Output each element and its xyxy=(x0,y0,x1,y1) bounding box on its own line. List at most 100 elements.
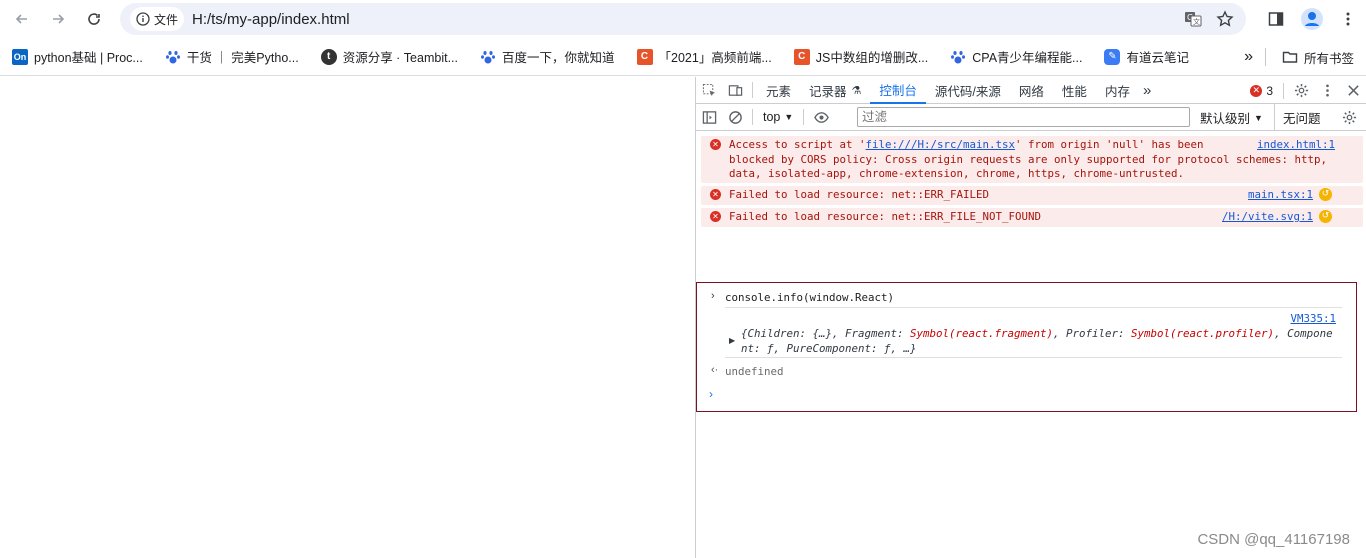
all-bookmarks-button[interactable]: 所有书签 xyxy=(1278,43,1354,71)
flask-icon: ⚗ xyxy=(851,84,862,97)
tab-sources[interactable]: 源代码/来源 xyxy=(926,77,1010,104)
tab-recorder[interactable]: 记录器 ⚗ xyxy=(800,77,870,104)
divider xyxy=(752,82,753,98)
linkedin-on-icon: On xyxy=(12,48,28,65)
url-text[interactable]: H:/ts/my-app/index.html xyxy=(192,11,350,28)
input-echo-caret-icon: › xyxy=(711,290,715,302)
arrow-right-icon xyxy=(53,14,65,24)
reload-button[interactable] xyxy=(79,4,109,34)
object-text: , Profiler: xyxy=(1053,327,1132,340)
console-settings-button[interactable] xyxy=(1336,104,1362,131)
device-mode-icon xyxy=(728,84,742,96)
error-text: Access to script at ' xyxy=(729,138,866,151)
error-text: blocked by CORS policy: Cross origin req… xyxy=(729,152,1328,166)
divider xyxy=(1264,48,1266,66)
network-request-icon[interactable]: ↺ xyxy=(1319,210,1332,223)
divider xyxy=(1283,82,1284,99)
bookmark-label: 资源分享 · Teambit... xyxy=(342,51,458,65)
info-icon xyxy=(136,12,150,26)
show-sidebar-button[interactable] xyxy=(696,104,722,131)
kebab-menu-icon[interactable] xyxy=(1340,11,1356,27)
inspect-cursor-icon xyxy=(702,83,715,96)
console-prompt-input[interactable]: › xyxy=(709,387,713,401)
tab-network[interactable]: 网络 xyxy=(1010,77,1053,104)
network-request-icon[interactable]: ↺ xyxy=(1319,188,1332,201)
symbol-value: Symbol(react.profiler) xyxy=(1131,327,1275,340)
error-count-badge[interactable]: ✕ 3 xyxy=(1244,84,1279,98)
translate-icon[interactable]: G文 xyxy=(1184,10,1202,28)
bookmark-item[interactable]: On python基础 | Proc... xyxy=(0,43,153,71)
bookmark-item[interactable]: 百度一下，你就知道 xyxy=(468,43,625,71)
bookmarks-bar: On python基础 | Proc... 干货 ｜ 完美Pytho... t … xyxy=(0,38,1366,76)
clear-ban-icon xyxy=(728,110,742,124)
error-icon: ✕ xyxy=(710,139,721,150)
error-text: Failed to load resource: net::ERR_FAILED xyxy=(729,188,990,201)
profile-avatar-icon[interactable] xyxy=(1300,7,1324,31)
settings-button[interactable] xyxy=(1288,77,1314,104)
gear-icon xyxy=(1342,110,1356,125)
file-link[interactable]: file:///H:/src/main.tsx xyxy=(866,138,1016,151)
bookmark-item[interactable]: 干货 ｜ 完美Pytho... xyxy=(153,43,309,71)
return-value-arrow-icon: ‹· xyxy=(711,364,719,376)
error-icon: ✕ xyxy=(710,211,721,222)
sidebar-toggle-icon xyxy=(702,110,716,124)
context-value: top xyxy=(763,110,781,124)
arrow-left-icon xyxy=(15,14,27,24)
bookmark-item[interactable]: C 「2021」高频前端... xyxy=(625,43,782,71)
divider xyxy=(803,109,805,125)
bookmark-item[interactable]: t 资源分享 · Teambit... xyxy=(309,43,468,71)
back-button[interactable] xyxy=(7,4,37,34)
log-level-value: 默认级别 xyxy=(1200,112,1251,126)
more-tabs-button[interactable]: » xyxy=(1139,77,1155,104)
devtools-menu-button[interactable] xyxy=(1314,77,1340,104)
bookmark-star-icon[interactable] xyxy=(1216,10,1234,28)
close-devtools-button[interactable] xyxy=(1340,77,1366,104)
live-expression-button[interactable] xyxy=(808,104,834,131)
bookmark-item[interactable]: C JS中数组的增删改... xyxy=(782,43,939,71)
tab-memory[interactable]: 内存 xyxy=(1096,77,1139,104)
log-level-selector[interactable]: 默认级别 ▼ xyxy=(1200,104,1263,131)
all-bookmarks-label: 所有书签 xyxy=(1303,51,1354,66)
device-toolbar-button[interactable] xyxy=(722,77,748,104)
folder-icon xyxy=(1282,51,1298,63)
csdn-icon: C xyxy=(636,48,653,65)
more-bookmarks-button[interactable]: » xyxy=(1244,48,1253,66)
context-selector[interactable]: top ▼ xyxy=(757,110,799,124)
baidu-paw-icon xyxy=(951,50,966,63)
tab-performance[interactable]: 性能 xyxy=(1053,77,1096,104)
console-filter-input[interactable] xyxy=(857,107,1190,127)
source-link[interactable]: main.tsx:1 xyxy=(1248,188,1313,203)
inspect-element-button[interactable] xyxy=(696,77,722,104)
clear-console-button[interactable] xyxy=(722,104,748,131)
bookmark-item[interactable]: CPA青少年编程能... xyxy=(938,43,1092,71)
bookmark-item[interactable]: ✎ 有道云笔记 xyxy=(1092,43,1199,71)
tab-elements[interactable]: 元素 xyxy=(757,77,800,104)
site-info-chip[interactable]: 文件 xyxy=(130,7,185,31)
youdao-note-icon: ✎ xyxy=(1104,48,1121,65)
error-icon: ✕ xyxy=(1250,84,1263,97)
site-chip-label: 文件 xyxy=(154,12,179,27)
divider xyxy=(725,357,1342,358)
console-toolbar: top ▼ 默认级别 ▼ 无问题 xyxy=(696,104,1366,131)
source-link[interactable]: /H:/vite.svg:1 xyxy=(1222,210,1313,225)
source-link[interactable]: VM335:1 xyxy=(1290,312,1336,325)
console-error-message: ✕ Failed to load resource: net::ERR_FILE… xyxy=(701,208,1363,227)
tab-console[interactable]: 控制台 xyxy=(870,77,926,104)
source-link[interactable]: index.html:1 xyxy=(1257,138,1335,153)
expand-triangle-icon[interactable]: ▶ xyxy=(729,336,735,345)
error-icon: ✕ xyxy=(710,189,721,200)
divider xyxy=(752,109,753,125)
forward-button[interactable] xyxy=(43,4,73,34)
logged-object[interactable]: {Children: {…}, Fragment: Symbol(react.f… xyxy=(741,326,1341,356)
issues-button[interactable]: 无问题 xyxy=(1274,104,1321,131)
symbol-value: Symbol(react.fragment) xyxy=(910,327,1054,340)
bookmark-label: 有道云笔记 xyxy=(1126,51,1189,65)
console-error-message: ✕ Failed to load resource: net::ERR_FAIL… xyxy=(701,186,1363,205)
side-panel-icon[interactable] xyxy=(1268,11,1284,27)
address-bar[interactable]: 文件 H:/ts/my-app/index.html G文 xyxy=(120,3,1246,35)
browser-toolbar: 文件 H:/ts/my-app/index.html G文 xyxy=(0,0,1366,38)
console-output: ✕ Access to script at 'file:///H:/src/ma… xyxy=(696,133,1366,412)
error-count-value: 3 xyxy=(1266,83,1273,98)
bookmark-label: python基础 | Proc... xyxy=(34,51,143,65)
error-text: Failed to load resource: net::ERR_FILE_N… xyxy=(729,210,1042,223)
